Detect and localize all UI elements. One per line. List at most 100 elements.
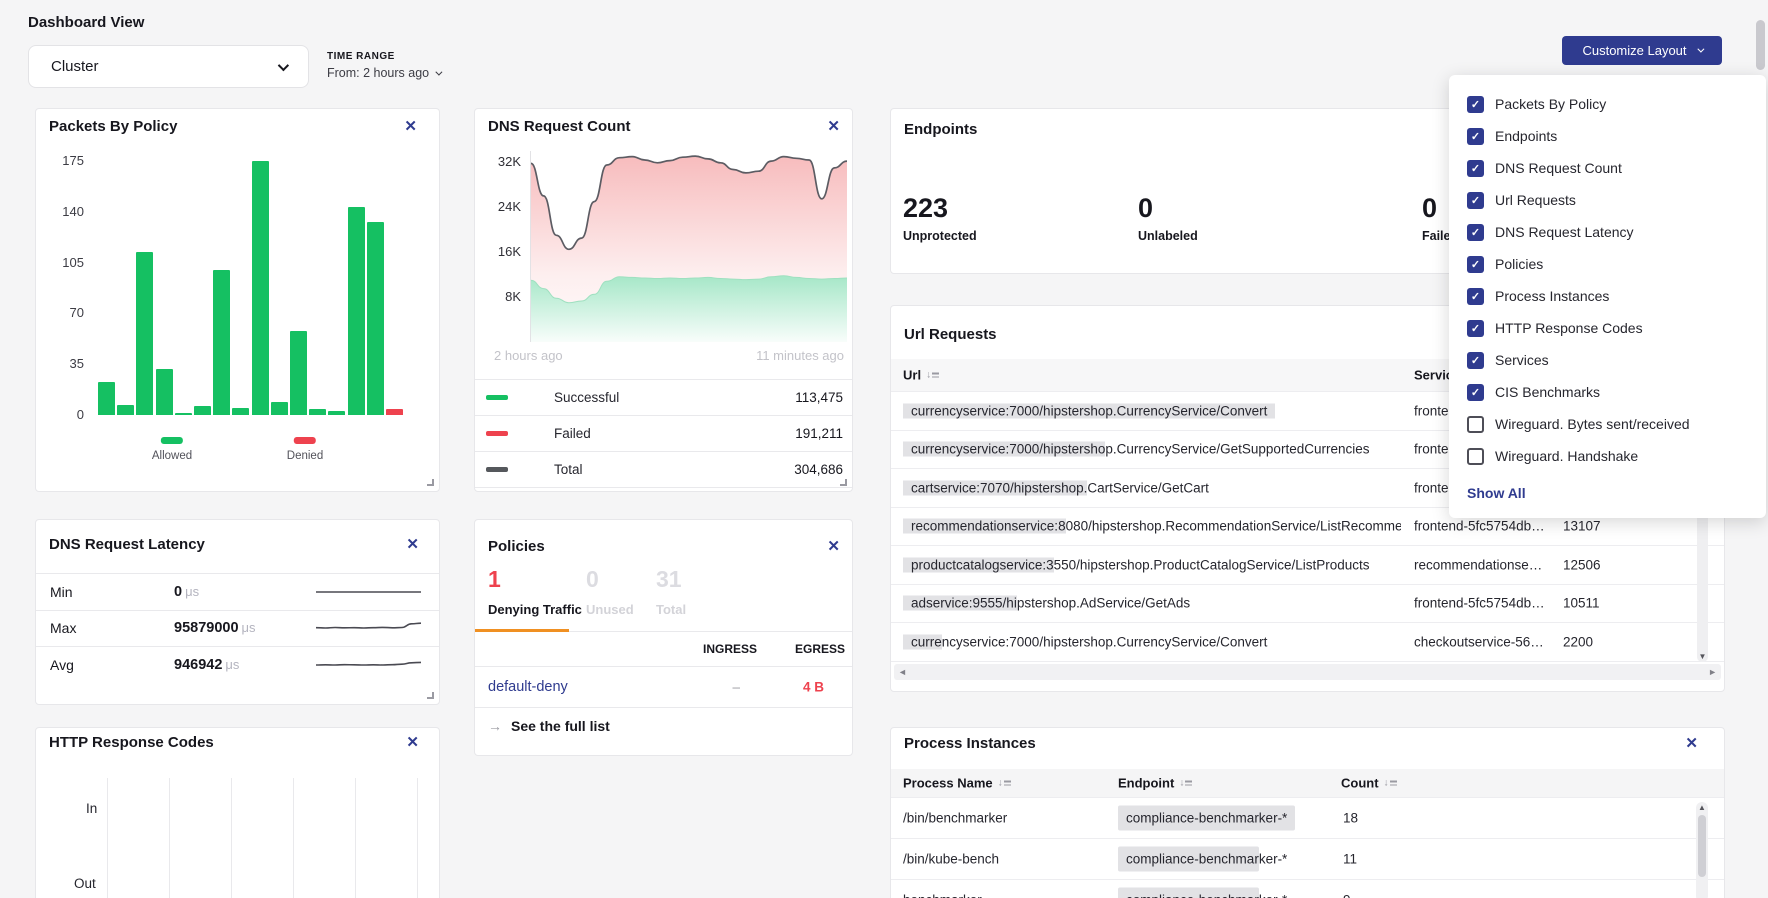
latency-rows: Min0μsMax95879000μsAvg946942μs	[36, 573, 439, 683]
url-highlight: cartservice:7070/hipstershop.	[903, 480, 1087, 495]
checkbox-checked-icon[interactable]: ✓	[1467, 224, 1484, 241]
url-highlight: curre	[903, 634, 942, 649]
checkbox-checked-icon[interactable]: ✓	[1467, 352, 1484, 369]
vertical-scrollbar[interactable]: ▲	[1696, 802, 1708, 898]
table-row[interactable]: /bin/benchmarkercompliance-benchmarker-*…	[891, 798, 1724, 839]
menu-item-wireguard-handshake[interactable]: Wireguard. Handshake	[1467, 440, 1766, 472]
menu-item-policies[interactable]: ✓Policies	[1467, 248, 1766, 280]
table-row[interactable]: productcatalogservice:3550/hipstershop.P…	[891, 546, 1724, 585]
table-row[interactable]: benchmarkercompliance-benchmarker-*9	[891, 880, 1724, 898]
row-label-out: Out	[74, 876, 96, 891]
bar-allowed	[136, 252, 153, 415]
y-tick-label: 16K	[483, 244, 521, 259]
time-range-value[interactable]: From: 2 hours ago	[327, 66, 440, 80]
menu-item-label: Url Requests	[1495, 192, 1576, 208]
scroll-right-icon[interactable]: ►	[1708, 667, 1717, 677]
dashboard-page: Dashboard View Cluster TIME RANGE From: …	[0, 0, 1768, 898]
checkbox-checked-icon[interactable]: ✓	[1467, 192, 1484, 209]
latency-label: Max	[50, 620, 174, 636]
customize-layout-button[interactable]: Customize Layout	[1562, 36, 1722, 65]
close-icon[interactable]: ✕	[404, 119, 417, 134]
process-name-cell: /bin/benchmarker	[903, 811, 1007, 826]
close-icon[interactable]: ✕	[827, 119, 840, 134]
horizontal-scrollbar[interactable]: ◄ ►	[894, 664, 1721, 680]
url-rest: p.CurrencyService/GetSupportedCurrencies	[1105, 442, 1377, 457]
menu-item-http-response-codes[interactable]: ✓HTTP Response Codes	[1467, 312, 1766, 344]
page-scrollbar-thumb[interactable]	[1756, 20, 1765, 70]
menu-item-cis-benchmarks[interactable]: ✓CIS Benchmarks	[1467, 376, 1766, 408]
sort-icon[interactable]: ↓	[1384, 778, 1397, 788]
count-cell: 13107	[1563, 519, 1601, 534]
menu-item-packets-by-policy[interactable]: ✓Packets By Policy	[1467, 88, 1766, 120]
show-all-link[interactable]: Show All	[1467, 478, 1766, 508]
latency-unit: μs	[242, 620, 256, 635]
see-full-list-link[interactable]: → See the full list	[488, 718, 610, 734]
menu-item-label: Process Instances	[1495, 288, 1609, 304]
url-cell: currencyservice:7000/hipstershop.Currenc…	[903, 442, 1377, 457]
resize-handle[interactable]	[427, 479, 434, 486]
count-cell: 11	[1343, 852, 1357, 867]
scrollbar-thumb[interactable]	[1698, 815, 1706, 877]
legend-item-denied: Denied	[287, 437, 323, 462]
menu-item-dns-request-count[interactable]: ✓DNS Request Count	[1467, 152, 1766, 184]
checkbox-checked-icon[interactable]: ✓	[1467, 160, 1484, 177]
checkbox-unchecked-icon[interactable]	[1467, 448, 1484, 465]
table-row[interactable]: /bin/kube-benchcompliance-benchmarker-*1…	[891, 839, 1724, 880]
service-cell: fronte	[1414, 480, 1449, 495]
tab-unused[interactable]: 0 Unused	[586, 568, 634, 617]
url-rest: ncyservice:7000/hipstershop.CurrencyServ…	[942, 634, 1276, 649]
scroll-down-icon[interactable]: ▼	[1697, 652, 1708, 661]
service-cell: checkoutservice-56…	[1414, 634, 1544, 649]
resize-handle[interactable]	[427, 692, 434, 699]
policy-name-link[interactable]: default-deny	[488, 679, 568, 695]
close-icon[interactable]: ✕	[827, 539, 840, 554]
sort-icon[interactable]: ↓	[998, 778, 1011, 788]
time-range-label: TIME RANGE	[327, 51, 440, 62]
checkbox-checked-icon[interactable]: ✓	[1467, 128, 1484, 145]
url-cell: adservice:9555/hipstershop.AdService/Get…	[903, 596, 1198, 611]
menu-item-dns-request-latency[interactable]: ✓DNS Request Latency	[1467, 216, 1766, 248]
column-header-process-name[interactable]: Process Name ↓	[903, 776, 1011, 791]
checkbox-checked-icon[interactable]: ✓	[1467, 256, 1484, 273]
bar-allowed	[348, 207, 365, 415]
dns-area-chart-svg	[531, 151, 847, 342]
menu-item-endpoints[interactable]: ✓Endpoints	[1467, 120, 1766, 152]
checkbox-checked-icon[interactable]: ✓	[1467, 320, 1484, 337]
menu-item-wireguard-bytes-sent-received[interactable]: Wireguard. Bytes sent/received	[1467, 408, 1766, 440]
table-row[interactable]: adservice:9555/hipstershop.AdService/Get…	[891, 585, 1724, 624]
bar-allowed	[252, 161, 269, 415]
url-rest: 080/hipstershop.RecommendationService/Li…	[1066, 519, 1401, 534]
checkbox-checked-icon[interactable]: ✓	[1467, 96, 1484, 113]
resize-handle[interactable]	[840, 479, 847, 486]
checkbox-checked-icon[interactable]: ✓	[1467, 384, 1484, 401]
card-title: DNS Request Latency	[49, 536, 205, 553]
checkbox-unchecked-icon[interactable]	[1467, 416, 1484, 433]
close-icon[interactable]: ✕	[406, 735, 419, 750]
tab-denying-traffic[interactable]: 1 Denying Traffic	[488, 568, 582, 617]
scroll-left-icon[interactable]: ◄	[898, 667, 907, 677]
scroll-up-icon[interactable]: ▲	[1696, 803, 1708, 812]
menu-item-services[interactable]: ✓ Services	[1467, 344, 1766, 376]
card-title: Policies	[488, 538, 545, 555]
menu-item-url-requests[interactable]: ✓ Url Requests	[1467, 184, 1766, 216]
tab-total[interactable]: 31 Total	[656, 568, 686, 617]
close-icon[interactable]: ✕	[1685, 736, 1698, 751]
legend-label: Successful	[554, 390, 619, 405]
sort-icon[interactable]: ↓	[926, 370, 939, 380]
policies-table-header: INGRESS EGRESS	[475, 632, 852, 666]
column-header-url[interactable]: Url ↓	[903, 368, 939, 383]
menu-item-process-instances[interactable]: ✓ Process Instances	[1467, 280, 1766, 312]
checkbox-checked-icon[interactable]: ✓	[1467, 288, 1484, 305]
view-select[interactable]: Cluster	[28, 45, 309, 88]
sort-icon[interactable]: ↓	[1179, 778, 1192, 788]
legend-label: Allowed	[152, 450, 192, 462]
menu-item-label: Services	[1495, 352, 1549, 368]
table-row[interactable]: currencyservice:7000/hipstershop.Currenc…	[891, 623, 1724, 662]
bar-allowed	[213, 270, 230, 415]
y-tick-label: 140	[50, 204, 84, 219]
close-icon[interactable]: ✕	[406, 537, 419, 552]
column-header-count[interactable]: Count ↓	[1341, 776, 1397, 791]
x-axis-end-label: 11 minutes ago	[756, 348, 844, 363]
bar-allowed	[194, 406, 211, 415]
column-header-endpoint[interactable]: Endpoint ↓	[1118, 776, 1192, 791]
